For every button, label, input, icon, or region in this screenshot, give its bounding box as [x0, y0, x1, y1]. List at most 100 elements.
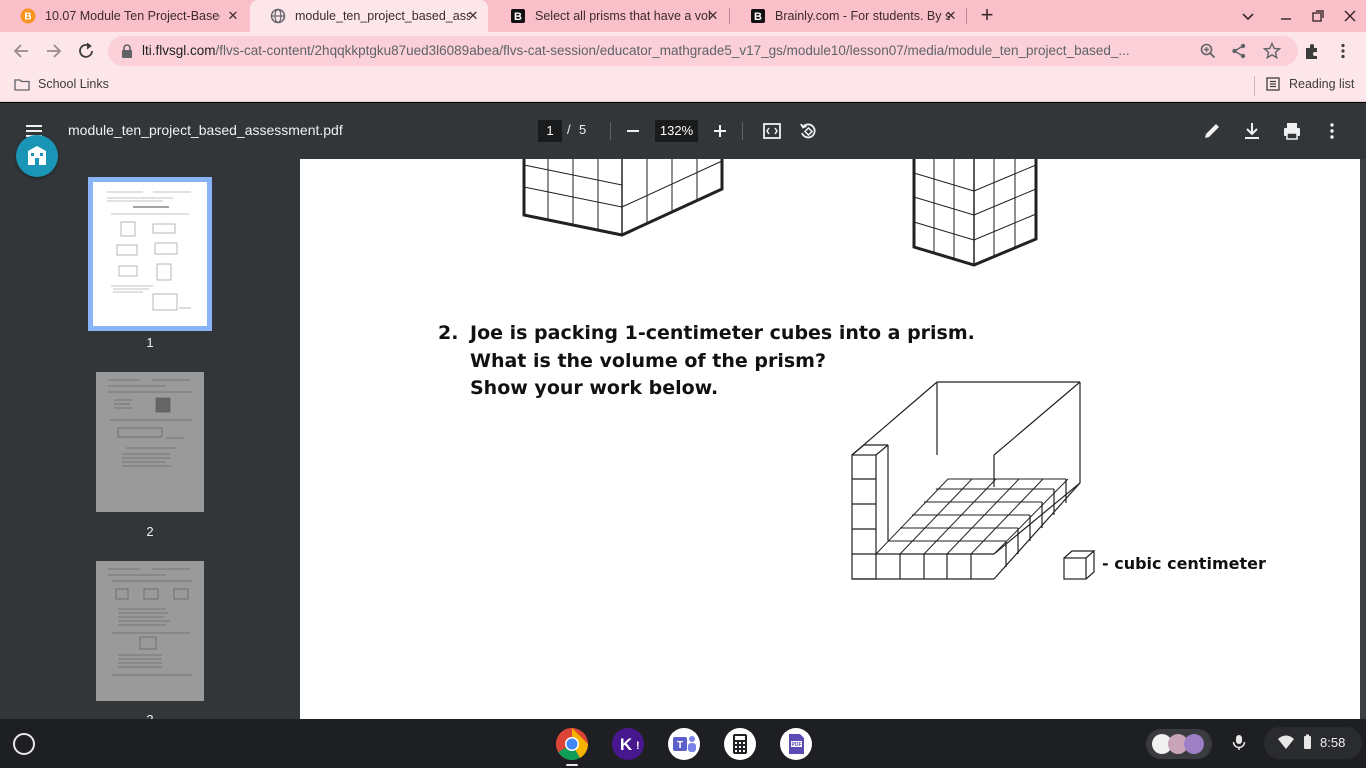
reading-list-button[interactable]: Reading list — [1266, 77, 1354, 91]
close-tab-icon[interactable]: ✕ — [944, 9, 958, 23]
pdf-filename: module_ten_project_based_assessment.pdf — [68, 122, 343, 138]
rotate-icon[interactable] — [798, 121, 818, 141]
svg-text:K: K — [620, 735, 633, 754]
page-number-input[interactable]: 1 — [538, 120, 562, 142]
lock-icon[interactable] — [120, 43, 134, 59]
zoom-icon[interactable] — [1199, 42, 1217, 60]
restore-icon[interactable] — [1308, 6, 1328, 26]
pdf-scrollbar[interactable] — [1360, 159, 1366, 719]
more-options-icon[interactable] — [1322, 121, 1342, 141]
thumbnail-preview — [108, 568, 192, 676]
chrome-icon[interactable] — [555, 727, 589, 761]
calculator-icon[interactable] — [723, 727, 757, 761]
teams-icon[interactable]: T — [667, 727, 701, 761]
launcher-icon[interactable] — [13, 733, 35, 755]
svg-text:T: T — [677, 740, 683, 751]
svg-text:B: B — [24, 12, 31, 23]
tab-title: Brainly.com - For students. By st — [775, 9, 950, 23]
close-window-icon[interactable] — [1340, 6, 1360, 26]
new-tab-icon[interactable]: + — [976, 4, 998, 27]
tab-brainly-home[interactable]: B Brainly.com - For students. By st ✕ — [730, 0, 966, 32]
minimize-icon[interactable] — [1276, 6, 1296, 26]
bookmarks-bar: School Links Reading list — [0, 70, 1366, 102]
page-separator: / — [567, 122, 571, 137]
tab-title: 10.07 Module Ten Project-Based — [45, 9, 220, 23]
thumbnail-page-1[interactable] — [88, 177, 212, 331]
thumbnail-preview — [93, 182, 207, 326]
bookmarks-divider — [1254, 76, 1255, 96]
tab-title: Select all prisms that have a vol — [535, 9, 710, 23]
svg-text:PDF: PDF — [792, 742, 802, 748]
tab-divider — [966, 8, 967, 24]
partially-filled-prism-figure — [851, 381, 1081, 580]
prism-figure — [912, 159, 1038, 267]
thumbnail-label: 2 — [146, 524, 154, 539]
holding-space-tray[interactable] — [1146, 729, 1212, 759]
zoom-level-input[interactable]: 132% — [655, 120, 698, 142]
pdf-toolbar: module_ten_project_based_assessment.pdf … — [0, 103, 1366, 159]
browser-toolbar: lti.flvsgl.com/flvs-cat-content/2hqqkkpt… — [0, 32, 1366, 70]
url-host: lti.flvsgl.com — [142, 43, 216, 58]
moodle-icon: B — [20, 8, 36, 24]
unit-cube-icon — [1063, 550, 1096, 580]
thumbnail-preview — [108, 379, 192, 467]
floating-helper-button[interactable] — [16, 135, 58, 177]
tray-thumbnails — [1152, 734, 1204, 754]
question-number: 2. — [438, 322, 459, 344]
zoom-in-icon[interactable] — [710, 121, 730, 141]
address-bar[interactable]: lti.flvsgl.com/flvs-cat-content/2hqqkkpt… — [108, 36, 1298, 66]
svg-text:!: ! — [636, 740, 640, 752]
pdf-viewport[interactable]: 2. Joe is packing 1-centimeter cubes int… — [300, 159, 1360, 719]
question-text-line: Joe is packing 1-centimeter cubes into a… — [470, 322, 975, 344]
folder-icon — [14, 78, 30, 91]
print-icon[interactable] — [1282, 121, 1302, 141]
clock-time: 8:58 — [1320, 735, 1346, 750]
microphone-icon[interactable] — [1230, 733, 1248, 751]
legend-label: - cubic centimeter — [1102, 554, 1266, 573]
thumbnail-label: 1 — [146, 335, 154, 350]
brainly-icon: B — [511, 9, 525, 23]
globe-icon — [270, 8, 286, 24]
tab-module-ten[interactable]: B 10.07 Module Ten Project-Based ✕ — [0, 0, 248, 32]
annotate-pen-icon[interactable] — [1202, 121, 1222, 141]
bookmark-star-icon[interactable] — [1263, 42, 1281, 60]
toolbar-divider — [610, 122, 611, 140]
reading-list-icon — [1266, 77, 1280, 91]
back-icon[interactable] — [10, 40, 32, 62]
os-shelf: K! T PDF 8:58 — [0, 719, 1366, 768]
close-tab-icon[interactable]: ✕ — [226, 9, 240, 23]
extensions-icon[interactable] — [1303, 42, 1321, 60]
brainly-icon: B — [751, 9, 765, 23]
battery-icon — [1304, 734, 1311, 749]
reload-icon[interactable] — [75, 40, 97, 62]
zoom-out-icon[interactable] — [623, 121, 643, 141]
prism-figure — [522, 159, 724, 237]
thumbnail-page-3[interactable] — [96, 561, 204, 701]
thumbnail-page-2[interactable] — [96, 372, 204, 512]
pdf-page: 2. Joe is packing 1-centimeter cubes int… — [300, 159, 1360, 719]
share-icon[interactable] — [1230, 42, 1248, 60]
download-icon[interactable] — [1242, 121, 1262, 141]
page-total: 5 — [579, 122, 587, 137]
thumbnail-sidebar: 1 2 — [0, 159, 300, 719]
pdf-app-icon[interactable]: PDF — [779, 727, 813, 761]
thumbnail-label: 3 — [0, 712, 300, 719]
tab-pdf[interactable]: module_ten_project_based_asse ✕ — [250, 0, 488, 32]
bookmark-label: School Links — [38, 77, 109, 91]
building-icon — [28, 146, 46, 165]
tab-search-chevron-icon[interactable] — [1238, 6, 1258, 26]
close-tab-icon[interactable]: ✕ — [466, 9, 480, 23]
browser-menu-icon[interactable] — [1334, 42, 1352, 60]
kahoot-icon[interactable]: K! — [611, 727, 645, 761]
bookmark-folder-school-links[interactable]: School Links — [14, 77, 109, 91]
toolbar-divider — [742, 122, 743, 140]
url-text[interactable]: lti.flvsgl.com/flvs-cat-content/2hqqkkpt… — [142, 43, 1182, 58]
fit-to-page-icon[interactable] — [762, 121, 782, 141]
tab-title: module_ten_project_based_asse — [295, 9, 470, 23]
question-text-line: What is the volume of the prism? — [470, 350, 826, 372]
close-tab-icon[interactable]: ✕ — [706, 9, 720, 23]
forward-icon[interactable] — [43, 40, 65, 62]
svg-text:B: B — [514, 11, 522, 23]
reading-list-label: Reading list — [1289, 77, 1355, 91]
tab-brainly-prisms[interactable]: B Select all prisms that have a vol ✕ — [490, 0, 728, 32]
